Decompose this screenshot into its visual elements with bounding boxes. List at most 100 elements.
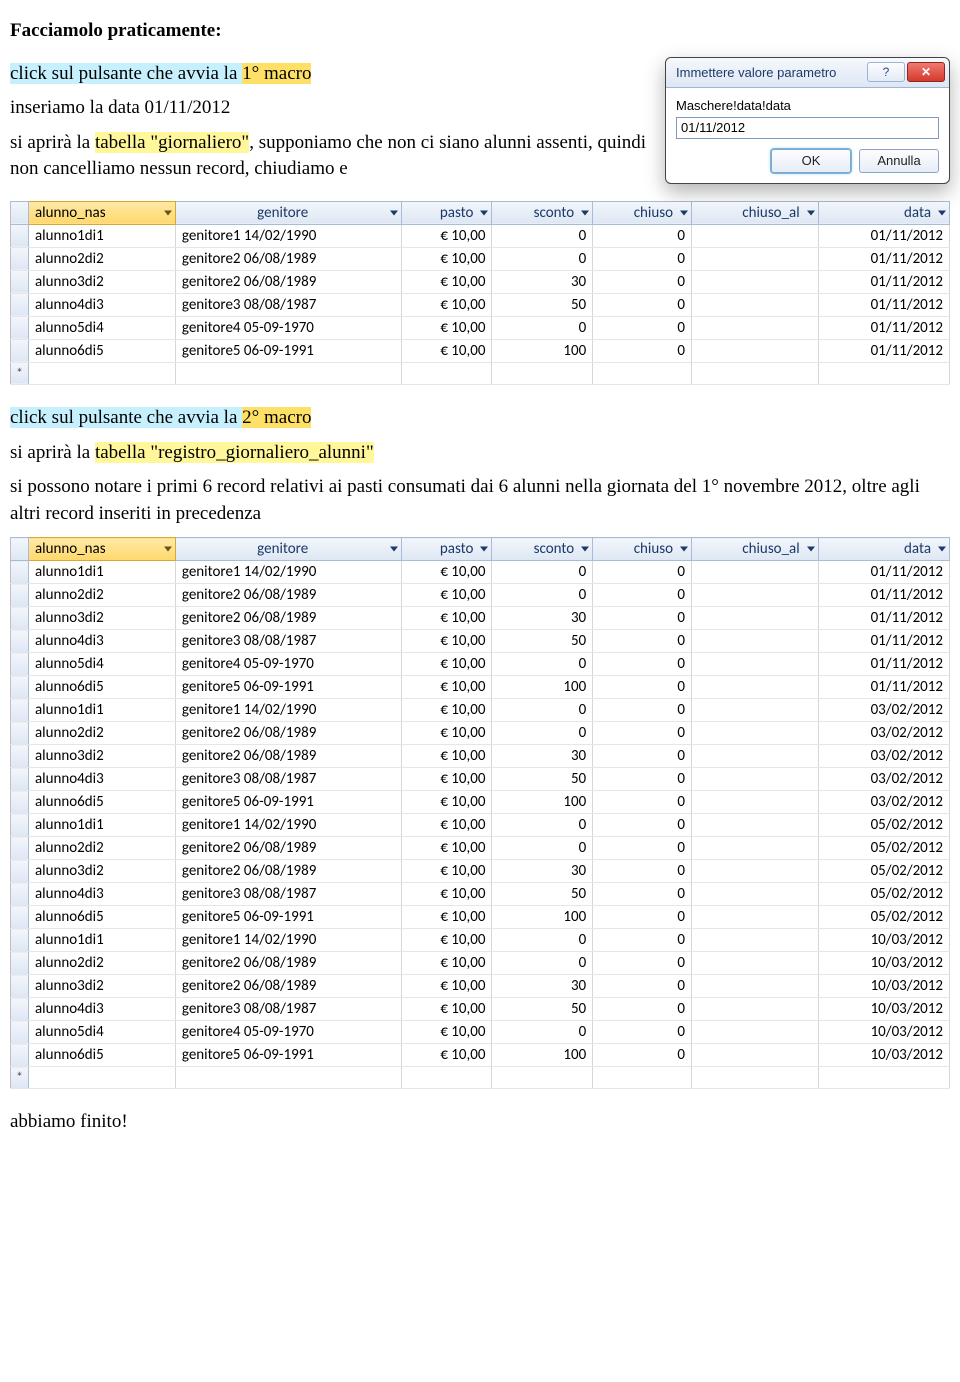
cell[interactable]: 0 <box>492 814 593 837</box>
cell[interactable]: 30 <box>492 270 593 293</box>
cell[interactable]: genitore3 08/08/1987 <box>175 630 402 653</box>
cell[interactable]: 0 <box>593 906 692 929</box>
row-selector[interactable] <box>11 676 29 699</box>
cell[interactable]: alunno4di3 <box>29 768 176 791</box>
cell[interactable]: alunno2di2 <box>29 722 176 745</box>
table-row[interactable]: alunno5di4genitore4 05-09-1970€ 10,00000… <box>11 316 950 339</box>
row-selector[interactable] <box>11 883 29 906</box>
cell[interactable]: 0 <box>593 699 692 722</box>
col-chiuso[interactable]: chiuso <box>593 201 692 224</box>
cell[interactable]: 0 <box>593 860 692 883</box>
cell[interactable]: alunno2di2 <box>29 584 176 607</box>
table-row[interactable]: alunno3di2genitore2 06/08/1989€ 10,00300… <box>11 270 950 293</box>
cell[interactable]: 01/11/2012 <box>818 316 949 339</box>
cell-empty[interactable] <box>593 1067 692 1089</box>
cell-empty[interactable] <box>593 362 692 384</box>
cell[interactable] <box>692 768 819 791</box>
cell-empty[interactable] <box>175 1067 402 1089</box>
row-selector[interactable] <box>11 270 29 293</box>
col-chiuso[interactable]: chiuso <box>593 538 692 561</box>
row-selector[interactable] <box>11 630 29 653</box>
cell[interactable]: 30 <box>492 975 593 998</box>
row-selector[interactable] <box>11 975 29 998</box>
cell[interactable]: alunno1di1 <box>29 699 176 722</box>
cell[interactable]: genitore3 08/08/1987 <box>175 768 402 791</box>
cell-empty[interactable] <box>29 1067 176 1089</box>
cell[interactable]: alunno2di2 <box>29 952 176 975</box>
row-selector[interactable] <box>11 293 29 316</box>
col-alunno_nas[interactable]: alunno_nas <box>29 201 176 224</box>
cell[interactable]: € 10,00 <box>402 791 492 814</box>
cell[interactable]: genitore2 06/08/1989 <box>175 975 402 998</box>
row-selector[interactable] <box>11 224 29 247</box>
dropdown-icon[interactable] <box>680 547 688 552</box>
dialog-titlebar[interactable]: Immettere valore parametro ? ✕ <box>666 58 949 88</box>
dropdown-icon[interactable] <box>390 547 398 552</box>
cell[interactable] <box>692 952 819 975</box>
cell[interactable]: genitore2 06/08/1989 <box>175 270 402 293</box>
cell[interactable]: alunno6di5 <box>29 791 176 814</box>
cell[interactable] <box>692 998 819 1021</box>
row-selector[interactable] <box>11 561 29 584</box>
cell-empty[interactable] <box>692 1067 819 1089</box>
cell[interactable]: 03/02/2012 <box>818 722 949 745</box>
cell-empty[interactable] <box>402 1067 492 1089</box>
col-sconto[interactable]: sconto <box>492 538 593 561</box>
cell[interactable]: 100 <box>492 1044 593 1067</box>
cell[interactable]: genitore2 06/08/1989 <box>175 952 402 975</box>
dialog-input[interactable] <box>676 117 939 139</box>
dropdown-icon[interactable] <box>680 210 688 215</box>
dropdown-icon[interactable] <box>390 210 398 215</box>
table-row[interactable]: alunno1di1genitore1 14/02/1990€ 10,00001… <box>11 929 950 952</box>
cell[interactable]: 0 <box>593 791 692 814</box>
col-sconto[interactable]: sconto <box>492 201 593 224</box>
cell[interactable] <box>692 975 819 998</box>
cell[interactable]: 10/03/2012 <box>818 975 949 998</box>
col-chiuso_al[interactable]: chiuso_al <box>692 538 819 561</box>
cell[interactable]: € 10,00 <box>402 952 492 975</box>
cell[interactable]: 0 <box>593 722 692 745</box>
cell[interactable]: 01/11/2012 <box>818 676 949 699</box>
cell[interactable]: € 10,00 <box>402 676 492 699</box>
cell[interactable] <box>692 906 819 929</box>
cell[interactable]: € 10,00 <box>402 247 492 270</box>
cell[interactable] <box>692 722 819 745</box>
dropdown-icon[interactable] <box>581 210 589 215</box>
cell[interactable]: 0 <box>593 837 692 860</box>
cell[interactable] <box>692 837 819 860</box>
cell[interactable]: 50 <box>492 293 593 316</box>
col-pasto[interactable]: pasto <box>402 538 492 561</box>
row-selector[interactable] <box>11 584 29 607</box>
cell[interactable]: € 10,00 <box>402 860 492 883</box>
table-row[interactable]: alunno2di2genitore2 06/08/1989€ 10,00000… <box>11 837 950 860</box>
cell[interactable]: 30 <box>492 607 593 630</box>
cell[interactable]: 50 <box>492 883 593 906</box>
table-row[interactable]: alunno3di2genitore2 06/08/1989€ 10,00300… <box>11 860 950 883</box>
cell[interactable]: 01/11/2012 <box>818 653 949 676</box>
row-selector[interactable] <box>11 1021 29 1044</box>
cell[interactable]: genitore5 06-09-1991 <box>175 339 402 362</box>
col-data[interactable]: data <box>818 538 949 561</box>
cell[interactable]: alunno1di1 <box>29 224 176 247</box>
cell[interactable]: 0 <box>492 1021 593 1044</box>
cell[interactable]: € 10,00 <box>402 561 492 584</box>
table-row[interactable]: alunno5di4genitore4 05-09-1970€ 10,00001… <box>11 1021 950 1044</box>
cell[interactable]: € 10,00 <box>402 998 492 1021</box>
cell[interactable]: 10/03/2012 <box>818 952 949 975</box>
cell[interactable]: 05/02/2012 <box>818 860 949 883</box>
cell[interactable]: 10/03/2012 <box>818 1021 949 1044</box>
cell[interactable]: € 10,00 <box>402 745 492 768</box>
cell[interactable]: € 10,00 <box>402 584 492 607</box>
cell[interactable]: genitore5 06-09-1991 <box>175 906 402 929</box>
cell[interactable]: 0 <box>593 676 692 699</box>
cell[interactable]: 0 <box>593 745 692 768</box>
cell[interactable]: 50 <box>492 998 593 1021</box>
row-selector[interactable] <box>11 998 29 1021</box>
row-header-blank[interactable] <box>11 538 29 561</box>
cell[interactable]: alunno6di5 <box>29 339 176 362</box>
cell[interactable]: € 10,00 <box>402 814 492 837</box>
cell[interactable] <box>692 860 819 883</box>
cell[interactable]: € 10,00 <box>402 1044 492 1067</box>
cell[interactable]: 0 <box>593 653 692 676</box>
cell[interactable]: 01/11/2012 <box>818 247 949 270</box>
